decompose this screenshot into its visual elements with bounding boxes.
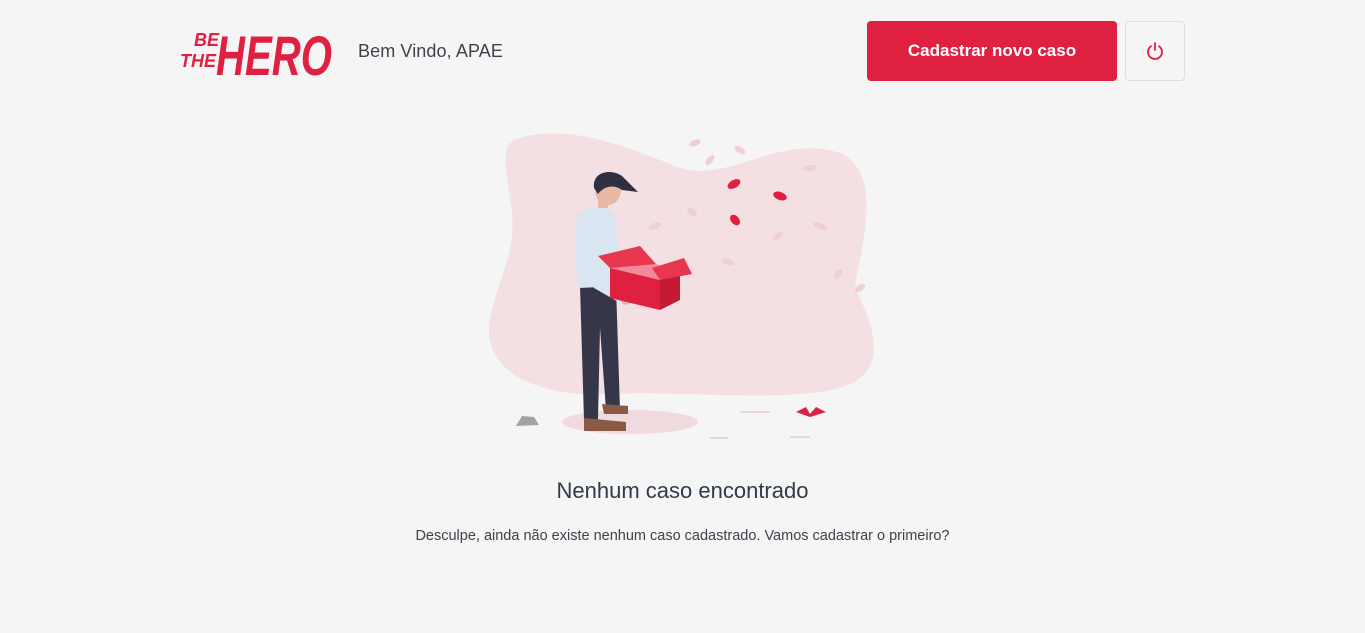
logout-button[interactable] [1125, 21, 1185, 81]
ribbon-bow [796, 407, 826, 417]
ground-shadow [562, 410, 698, 434]
rock [516, 416, 539, 426]
power-icon [1147, 42, 1163, 60]
svg-text:THE: THE [180, 51, 217, 71]
empty-state-title: Nenhum caso encontrado [556, 478, 809, 503]
header-actions: Cadastrar novo caso [867, 21, 1185, 81]
new-case-button[interactable]: Cadastrar novo caso [867, 21, 1117, 81]
be-the-hero-logo: BE THE HERO [180, 24, 332, 83]
svg-text:HERO: HERO [216, 24, 332, 83]
empty-box-illustration [488, 133, 874, 439]
welcome-text: Bem Vindo, APAE [358, 40, 503, 61]
header: BE THE HERO Bem Vindo, APAE Cadastrar no… [180, 20, 1185, 83]
empty-state-description: Desculpe, ainda não existe nenhum caso c… [415, 528, 950, 544]
